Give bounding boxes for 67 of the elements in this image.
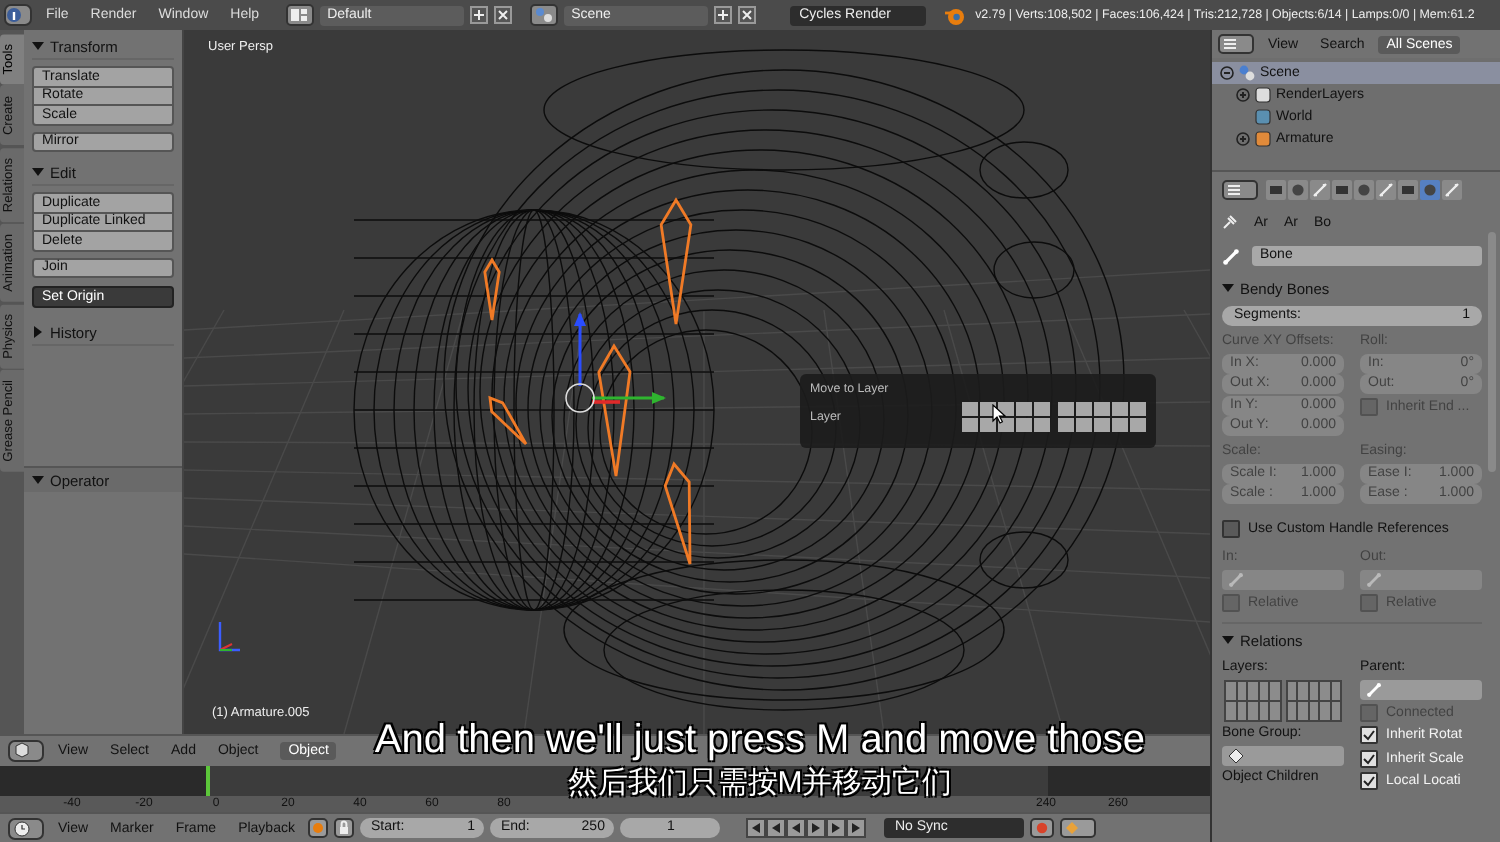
properties-tab[interactable] bbox=[1332, 180, 1352, 200]
parent-bone-field[interactable] bbox=[1360, 679, 1482, 699]
playback-button[interactable] bbox=[806, 818, 827, 838]
checkbox[interactable] bbox=[1360, 749, 1378, 767]
pin-icon[interactable] bbox=[1222, 214, 1238, 230]
properties-tab[interactable] bbox=[1398, 180, 1418, 200]
bone-group-field[interactable] bbox=[1222, 745, 1344, 765]
playback-button[interactable] bbox=[746, 818, 767, 838]
cube-icon[interactable] bbox=[8, 740, 44, 762]
bone-drawing bbox=[488, 395, 528, 446]
layout-grid-icon[interactable] bbox=[285, 4, 314, 26]
lock-icon[interactable] bbox=[334, 818, 355, 838]
keying-set-icon[interactable] bbox=[1060, 818, 1097, 838]
properties-tab[interactable] bbox=[1376, 180, 1396, 200]
info-icon[interactable] bbox=[4, 4, 32, 26]
scene-icon bbox=[1238, 64, 1256, 82]
plus-icon[interactable] bbox=[469, 6, 488, 24]
bone-drawing bbox=[663, 461, 692, 566]
editor-type-icon[interactable] bbox=[1222, 180, 1258, 200]
checkbox[interactable] bbox=[1360, 726, 1378, 744]
properties-tab[interactable] bbox=[1288, 180, 1308, 200]
close-icon[interactable] bbox=[737, 6, 756, 24]
checkbox[interactable] bbox=[1360, 593, 1378, 611]
properties-tab[interactable] bbox=[1266, 180, 1286, 200]
properties-tab[interactable] bbox=[1420, 180, 1440, 200]
bone-icon bbox=[1366, 571, 1382, 587]
playback-button[interactable] bbox=[786, 818, 807, 838]
bone-icon bbox=[1366, 681, 1382, 697]
transform-gizmo-drawing bbox=[565, 312, 666, 413]
playback-button[interactable] bbox=[826, 818, 847, 838]
playback-button[interactable] bbox=[766, 818, 787, 838]
axis-icon bbox=[218, 622, 240, 652]
editor-type-icon[interactable] bbox=[1218, 34, 1254, 54]
collapse-toggle-icon[interactable] bbox=[1220, 66, 1234, 80]
checkbox[interactable] bbox=[1222, 593, 1240, 611]
timeline-track[interactable] bbox=[0, 766, 1210, 796]
logo-icon bbox=[943, 5, 966, 25]
pointer-cursor-icon bbox=[992, 404, 1006, 424]
scene-icon[interactable] bbox=[529, 4, 558, 26]
collapse-toggle-icon[interactable] bbox=[1236, 132, 1250, 146]
bone-icon bbox=[1228, 571, 1244, 587]
diamond-icon bbox=[1228, 747, 1244, 763]
bone-drawing bbox=[659, 197, 693, 326]
clock-icon[interactable] bbox=[8, 817, 44, 839]
bone-icon bbox=[1222, 247, 1240, 265]
record-keys-icon[interactable] bbox=[308, 818, 329, 838]
properties-tab[interactable] bbox=[1354, 180, 1374, 200]
expand-triangle-icon[interactable] bbox=[1222, 636, 1234, 644]
properties-tab[interactable] bbox=[1310, 180, 1330, 200]
subtitle-text: 然后我们只需按M并移动它们 bbox=[567, 766, 953, 800]
expand-triangle-icon[interactable] bbox=[1222, 284, 1234, 292]
expand-triangle-icon[interactable] bbox=[32, 168, 44, 176]
playback-button[interactable] bbox=[846, 818, 867, 838]
close-icon[interactable] bbox=[493, 6, 512, 24]
expand-triangle-icon[interactable] bbox=[34, 326, 42, 338]
bone-field[interactable] bbox=[1222, 569, 1344, 589]
record-icon[interactable] bbox=[1030, 818, 1055, 838]
checkbox[interactable] bbox=[1222, 520, 1240, 538]
plus-icon[interactable] bbox=[713, 6, 732, 24]
expand-triangle-icon[interactable] bbox=[32, 42, 44, 50]
properties-tab[interactable] bbox=[1442, 180, 1462, 200]
expand-triangle-icon[interactable] bbox=[32, 476, 44, 484]
bone-field[interactable] bbox=[1360, 569, 1482, 589]
bone-drawing bbox=[597, 343, 632, 478]
checkbox[interactable] bbox=[1360, 772, 1378, 790]
bone-drawing bbox=[483, 257, 501, 322]
collapse-toggle-icon[interactable] bbox=[1236, 88, 1250, 102]
